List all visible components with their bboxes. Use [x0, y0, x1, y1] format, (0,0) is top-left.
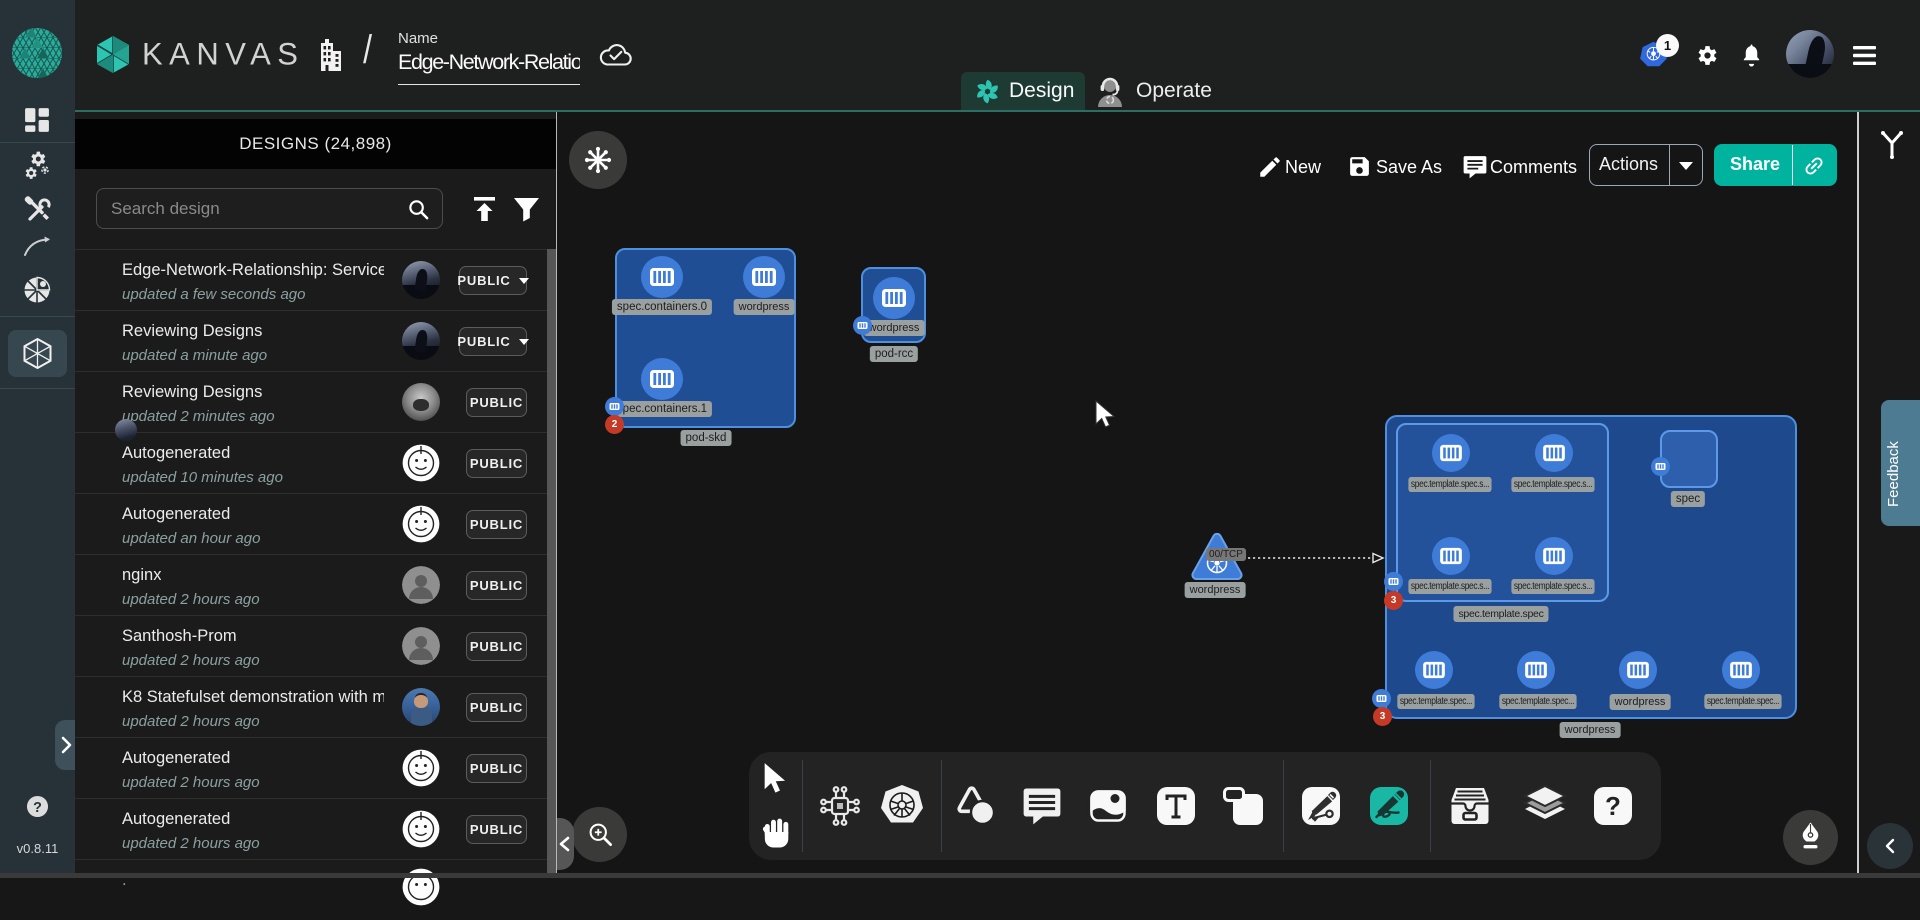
svg-text:?: ? [33, 800, 42, 816]
svg-text:?: ? [1605, 791, 1621, 821]
